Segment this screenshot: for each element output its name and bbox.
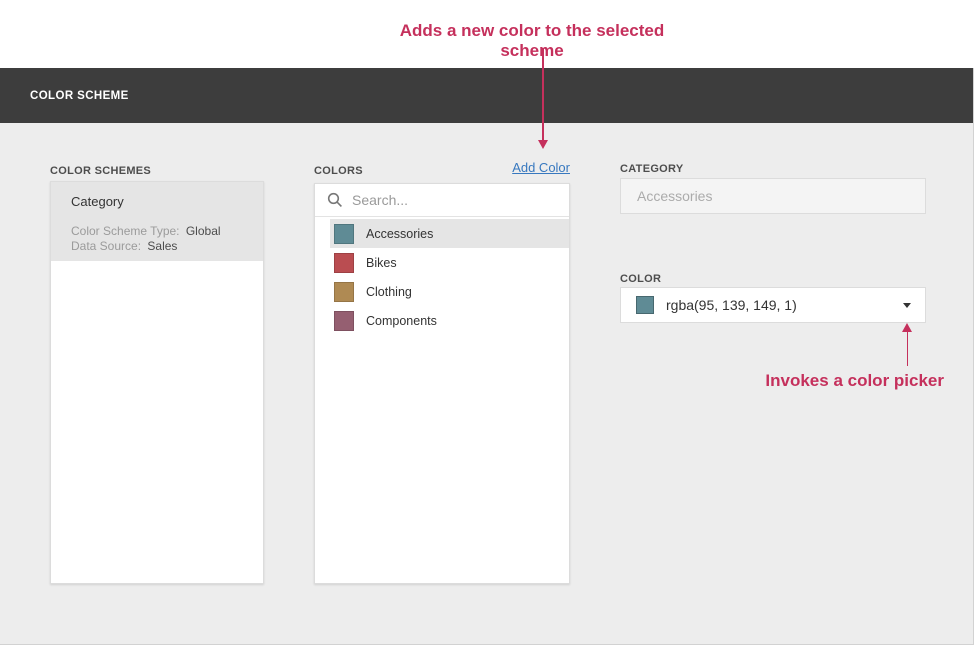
list-item-accessories[interactable]: Accessories [330,219,569,248]
selected-color-swatch [636,296,654,314]
search-icon [327,192,343,208]
list-item-label: Bikes [366,256,397,270]
colors-label: COLORS [314,165,363,177]
components-swatch [334,311,354,331]
color-dropdown[interactable]: rgba(95, 139, 149, 1) [620,287,926,323]
data-source-label: Data Source: [71,239,141,253]
annotation-color-picker: Invokes a color picker [744,371,944,391]
category-label: CATEGORY [620,163,684,175]
category-field-value: Accessories [637,188,712,204]
annotation-arrow-down-head [538,140,548,149]
scheme-title: Category [71,194,124,209]
dialog-header: COLOR SCHEME [0,68,973,123]
data-source-value: Sales [147,239,177,253]
list-item-clothing[interactable]: Clothing [330,277,569,306]
selected-color-value: rgba(95, 139, 149, 1) [666,297,903,313]
dialog-title: COLOR SCHEME [30,90,129,102]
colors-list-panel: Accessories Bikes Clothing Components [314,183,570,584]
data-source-field: Data Source: Sales [71,239,177,253]
search-box[interactable] [315,184,569,217]
annotation-arrow-up [907,331,909,366]
color-label: COLOR [620,273,661,285]
chevron-down-icon[interactable] [903,303,911,308]
color-list: Accessories Bikes Clothing Components [315,219,569,335]
accessories-swatch [334,224,354,244]
list-item-category-scheme[interactable]: Category Color Scheme Type: Global Data … [51,182,263,261]
annotation-add-color: Adds a new color to the selected scheme [372,21,692,61]
scheme-type-field: Color Scheme Type: Global [71,224,221,238]
list-item-label: Accessories [366,227,433,241]
list-item-label: Components [366,314,437,328]
color-schemes-label: COLOR SCHEMES [50,165,151,177]
scheme-type-label: Color Scheme Type: [71,224,180,238]
search-input[interactable] [352,192,542,208]
list-item-label: Clothing [366,285,412,299]
list-item-components[interactable]: Components [330,306,569,335]
annotation-arrow-down [542,48,544,141]
bikes-swatch [334,253,354,273]
category-field: Accessories [620,178,926,214]
scheme-type-value: Global [186,224,221,238]
add-color-link[interactable]: Add Color [470,160,570,175]
color-scheme-dialog: COLOR SCHEME COLOR SCHEMES Category Colo… [0,68,974,645]
list-item-bikes[interactable]: Bikes [330,248,569,277]
color-schemes-list: Category Color Scheme Type: Global Data … [50,181,264,584]
clothing-swatch [334,282,354,302]
